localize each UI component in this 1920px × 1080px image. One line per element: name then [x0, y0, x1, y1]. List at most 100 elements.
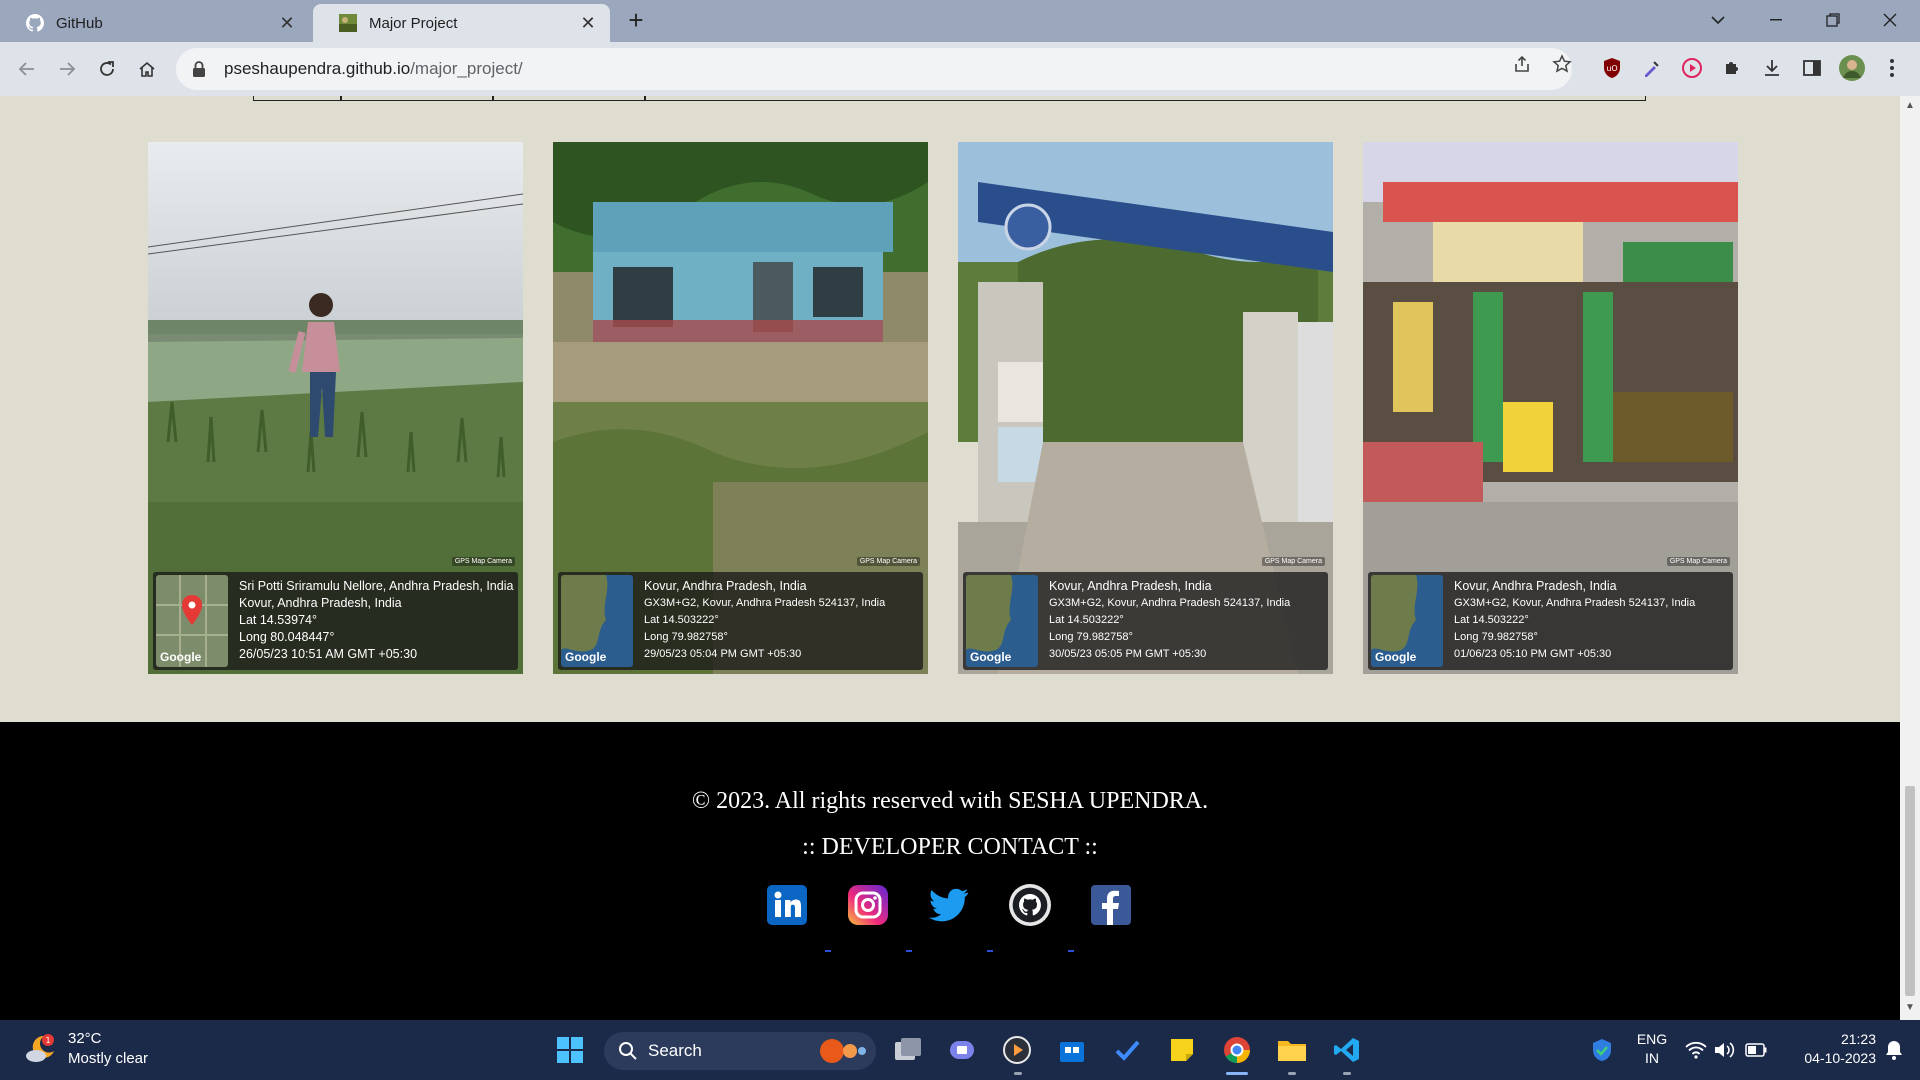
minimize-button[interactable]: [1748, 0, 1804, 40]
security-shield-icon[interactable]: [1584, 1032, 1620, 1068]
back-button[interactable]: [12, 54, 42, 84]
photo-shop-front: GPS Map Camera Google Kovur, Andhra Prad…: [1363, 142, 1738, 674]
link-underline: [825, 950, 831, 952]
geotag-line: Sri Potti Sriramulu Nellore, Andhra Prad…: [239, 579, 514, 593]
media-player-icon[interactable]: [999, 1032, 1035, 1068]
search-label: Search: [648, 1041, 702, 1060]
sticky-notes-icon[interactable]: [1164, 1032, 1200, 1068]
facebook-icon[interactable]: [1090, 884, 1132, 926]
page-scrollbar[interactable]: ▲ ▼: [1900, 96, 1920, 1020]
site-favicon-icon: [339, 14, 357, 32]
map-thumbnail: Google: [966, 575, 1038, 667]
github-icon[interactable]: [1009, 884, 1051, 926]
geotag-line: 01/06/23 05:10 PM GMT +05:30: [1454, 648, 1612, 660]
close-icon[interactable]: ✕: [277, 13, 297, 33]
geotag-line: Lat 14.53974°: [239, 613, 317, 627]
extensions-puzzle-icon[interactable]: [1718, 54, 1746, 82]
weather-widget[interactable]: 1 32°C Mostly clear: [24, 1029, 148, 1069]
weather-badge: 1: [45, 1036, 50, 1045]
menu-dots-icon[interactable]: [1878, 54, 1906, 82]
ublock-icon[interactable]: uO: [1598, 54, 1626, 82]
close-icon[interactable]: ✕: [578, 13, 598, 33]
tab-major-project[interactable]: Major Project ✕: [313, 4, 610, 42]
task-view-icon[interactable]: [890, 1032, 926, 1068]
page-footer: © 2023. All rights reserved with SESHA U…: [0, 722, 1900, 1020]
geotag-line: Kovur, Andhra Pradesh, India: [1049, 579, 1212, 593]
gps-camera-watermark: GPS Map Camera: [451, 557, 515, 566]
volume-icon[interactable]: [1706, 1032, 1742, 1068]
address-bar[interactable]: pseshaupendra.github.io/major_project/: [176, 48, 1572, 90]
geotag-line: 30/05/23 05:05 PM GMT +05:30: [1049, 648, 1207, 660]
instagram-icon[interactable]: [847, 884, 889, 926]
reload-button[interactable]: [92, 54, 122, 84]
profile-avatar[interactable]: [1838, 54, 1866, 82]
language-indicator[interactable]: ENG IN: [1632, 1030, 1672, 1068]
lock-icon[interactable]: [192, 60, 210, 78]
google-map-label: Google: [160, 650, 202, 664]
home-button[interactable]: [132, 54, 162, 84]
table-bottom-edge: [253, 96, 1646, 101]
search-icon: [619, 1042, 637, 1060]
new-tab-button[interactable]: +: [624, 7, 648, 33]
teams-chat-icon[interactable]: [944, 1032, 980, 1068]
download-icon[interactable]: [1758, 54, 1786, 82]
map-thumbnail: Google: [561, 575, 633, 667]
geotag-line: Kovur, Andhra Pradesh, India: [239, 596, 402, 610]
google-map-label: Google: [1375, 650, 1417, 664]
geotag-line: Long 80.048447°: [239, 630, 335, 644]
restore-button[interactable]: [1805, 0, 1861, 40]
color-picker-icon[interactable]: [1638, 54, 1666, 82]
windows-start-icon[interactable]: [552, 1032, 588, 1068]
geotag-stamp: Google Kovur, Andhra Pradesh, India GX3M…: [558, 572, 923, 670]
windows-taskbar: 1 32°C Mostly clear Search ENG IN 21:23 …: [0, 1020, 1920, 1080]
share-icon[interactable]: [1510, 52, 1534, 76]
github-icon: [26, 14, 44, 32]
link-underline: [906, 950, 912, 952]
gps-camera-watermark: GPS Map Camera: [1666, 557, 1730, 566]
geotag-line: GX3M+G2, Kovur, Andhra Pradesh 524137, I…: [1454, 597, 1696, 609]
twitter-icon[interactable]: [928, 884, 970, 926]
linkedin-icon[interactable]: [766, 884, 808, 926]
notification-bell-icon[interactable]: [1876, 1032, 1912, 1068]
url-host: pseshaupendra.github.io: [224, 59, 411, 78]
language-line2: IN: [1645, 1050, 1659, 1066]
bookmark-star-icon[interactable]: [1550, 52, 1574, 76]
scroll-up-arrow-icon[interactable]: ▲: [1904, 100, 1916, 112]
temperature-text: 32°C: [68, 1030, 102, 1047]
photo-rbk-building: GPS Map Camera Google Kovur, Andhra Prad…: [553, 142, 928, 674]
link-underline: [987, 950, 993, 952]
browser-toolbar: pseshaupendra.github.io/major_project/ u…: [0, 42, 1920, 96]
geotag-line: Long 79.982758°: [644, 631, 728, 643]
google-map-label: Google: [565, 650, 607, 664]
side-panel-icon[interactable]: [1798, 54, 1826, 82]
battery-icon[interactable]: [1738, 1032, 1774, 1068]
moon-cloud-icon: 1: [26, 1034, 54, 1062]
forward-button[interactable]: [52, 54, 82, 84]
map-thumbnail: Google: [1371, 575, 1443, 667]
geotag-line: Kovur, Andhra Pradesh, India: [644, 579, 807, 593]
scrollbar-thumb[interactable]: [1905, 786, 1915, 996]
taskbar-search[interactable]: Search: [604, 1032, 876, 1070]
scroll-down-arrow-icon[interactable]: ▼: [1904, 1002, 1916, 1014]
tab-github[interactable]: GitHub ✕: [0, 4, 309, 42]
tab-title: Major Project: [369, 14, 458, 32]
tab-search-icon[interactable]: [1690, 0, 1746, 40]
video-play-extension-icon[interactable]: [1678, 54, 1706, 82]
store-icon[interactable]: [1054, 1032, 1090, 1068]
clock[interactable]: 21:23 04-10-2023: [1782, 1030, 1876, 1068]
search-highlight-icon: [820, 1039, 866, 1063]
vscode-icon[interactable]: [1329, 1032, 1365, 1068]
geotag-line: GX3M+G2, Kovur, Andhra Pradesh 524137, I…: [644, 597, 886, 609]
geotag-stamp: Google Sri Potti Sriramulu Nellore, Andh…: [153, 572, 518, 670]
language-line1: ENG: [1636, 1031, 1668, 1047]
geotag-text: Kovur, Andhra Pradesh, India GX3M+G2, Ko…: [1041, 572, 1294, 670]
copyright-text: © 2023. All rights reserved with SESHA U…: [691, 788, 1209, 814]
running-app-indicator: [1288, 1072, 1296, 1075]
url-path: /major_project/: [410, 59, 523, 78]
running-app-indicator: [1343, 1072, 1351, 1075]
todo-check-icon[interactable]: [1109, 1032, 1145, 1068]
file-explorer-icon[interactable]: [1274, 1032, 1310, 1068]
chrome-icon[interactable]: [1219, 1032, 1255, 1068]
close-window-button[interactable]: [1862, 0, 1918, 40]
tab-title: GitHub: [56, 14, 103, 32]
